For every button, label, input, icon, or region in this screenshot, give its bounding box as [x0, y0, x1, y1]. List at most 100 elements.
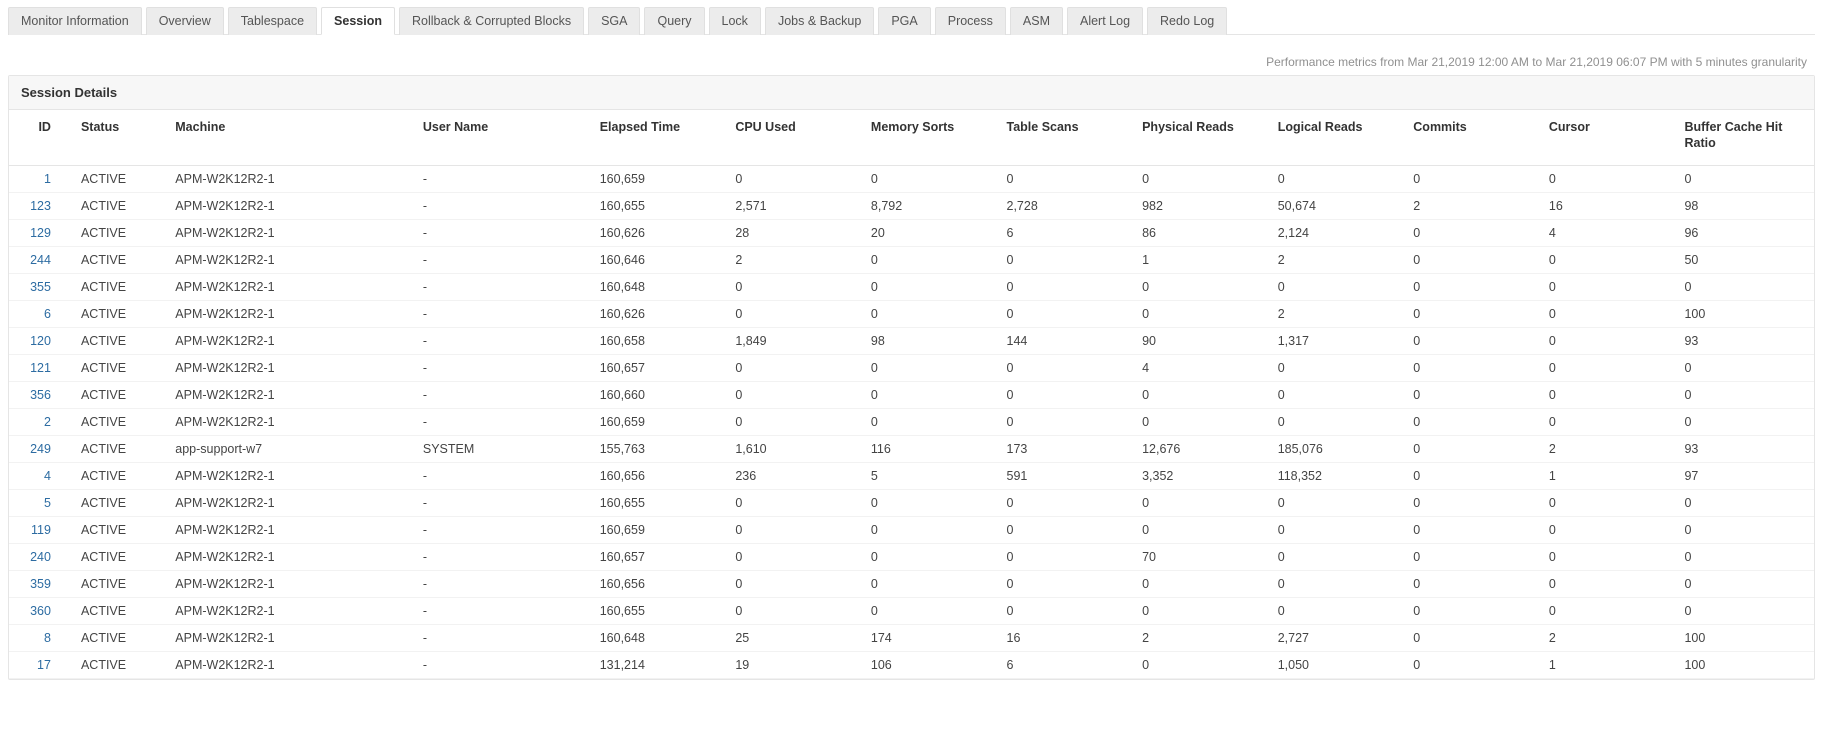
cell-commits: 0	[1401, 490, 1537, 517]
cell-logreads: 0	[1266, 571, 1402, 598]
cell-commits: 0	[1401, 463, 1537, 490]
tab-redo-log[interactable]: Redo Log	[1147, 7, 1227, 35]
cell-user: -	[411, 598, 588, 625]
col-header-cpu-used[interactable]: CPU Used	[723, 110, 859, 166]
cell-buffer: 96	[1672, 220, 1814, 247]
table-row: 4ACTIVEAPM-W2K12R2-1-160,65623655913,352…	[9, 463, 1814, 490]
cell-elapsed: 160,655	[588, 193, 724, 220]
session-id-link[interactable]: 6	[9, 301, 69, 328]
cell-buffer: 97	[1672, 463, 1814, 490]
col-header-user-name[interactable]: User Name	[411, 110, 588, 166]
table-row: 355ACTIVEAPM-W2K12R2-1-160,64800000000	[9, 274, 1814, 301]
session-id-link[interactable]: 120	[9, 328, 69, 355]
cell-commits: 0	[1401, 301, 1537, 328]
session-id-link[interactable]: 121	[9, 355, 69, 382]
session-id-link[interactable]: 360	[9, 598, 69, 625]
cell-buffer: 93	[1672, 436, 1814, 463]
cell-cpu: 0	[723, 355, 859, 382]
table-row: 1ACTIVEAPM-W2K12R2-1-160,65900000000	[9, 166, 1814, 193]
cell-logreads: 2	[1266, 247, 1402, 274]
cell-cursor: 0	[1537, 355, 1673, 382]
tab-pga[interactable]: PGA	[878, 7, 930, 35]
col-header-memory-sorts[interactable]: Memory Sorts	[859, 110, 995, 166]
session-id-link[interactable]: 249	[9, 436, 69, 463]
tab-process[interactable]: Process	[935, 7, 1006, 35]
cell-status: ACTIVE	[69, 652, 163, 679]
cell-memsorts: 0	[859, 166, 995, 193]
table-row: 121ACTIVEAPM-W2K12R2-1-160,65700040000	[9, 355, 1814, 382]
cell-machine: APM-W2K12R2-1	[163, 355, 411, 382]
cell-cursor: 0	[1537, 166, 1673, 193]
cell-memsorts: 0	[859, 490, 995, 517]
cell-elapsed: 160,660	[588, 382, 724, 409]
session-id-link[interactable]: 359	[9, 571, 69, 598]
cell-cpu: 0	[723, 382, 859, 409]
session-id-link[interactable]: 244	[9, 247, 69, 274]
cell-physreads: 3,352	[1130, 463, 1266, 490]
cell-buffer: 0	[1672, 490, 1814, 517]
col-header-machine[interactable]: Machine	[163, 110, 411, 166]
cell-elapsed: 160,655	[588, 490, 724, 517]
session-id-link[interactable]: 5	[9, 490, 69, 517]
cell-logreads: 0	[1266, 382, 1402, 409]
tab-jobs-backup[interactable]: Jobs & Backup	[765, 7, 874, 35]
session-id-link[interactable]: 119	[9, 517, 69, 544]
col-header-commits[interactable]: Commits	[1401, 110, 1537, 166]
cell-status: ACTIVE	[69, 247, 163, 274]
tab-asm[interactable]: ASM	[1010, 7, 1063, 35]
cell-commits: 0	[1401, 436, 1537, 463]
cell-status: ACTIVE	[69, 193, 163, 220]
cell-status: ACTIVE	[69, 490, 163, 517]
cell-buffer: 100	[1672, 625, 1814, 652]
cell-elapsed: 160,659	[588, 517, 724, 544]
col-header-id[interactable]: ID	[9, 110, 69, 166]
session-id-link[interactable]: 17	[9, 652, 69, 679]
cell-buffer: 98	[1672, 193, 1814, 220]
tab-session[interactable]: Session	[321, 7, 395, 35]
table-row: 240ACTIVEAPM-W2K12R2-1-160,657000700000	[9, 544, 1814, 571]
cell-elapsed: 160,648	[588, 625, 724, 652]
cell-cpu: 28	[723, 220, 859, 247]
cell-memsorts: 0	[859, 571, 995, 598]
session-id-link[interactable]: 8	[9, 625, 69, 652]
session-id-link[interactable]: 240	[9, 544, 69, 571]
cell-status: ACTIVE	[69, 571, 163, 598]
tab-lock[interactable]: Lock	[709, 7, 761, 35]
session-id-link[interactable]: 1	[9, 166, 69, 193]
col-header-elapsed-time[interactable]: Elapsed Time	[588, 110, 724, 166]
cell-user: -	[411, 355, 588, 382]
session-id-link[interactable]: 4	[9, 463, 69, 490]
tab-overview[interactable]: Overview	[146, 7, 224, 35]
cell-cursor: 0	[1537, 517, 1673, 544]
tab-alert-log[interactable]: Alert Log	[1067, 7, 1143, 35]
session-id-link[interactable]: 355	[9, 274, 69, 301]
cell-memsorts: 0	[859, 274, 995, 301]
col-header-buffer-cache-hit-ratio[interactable]: Buffer Cache Hit Ratio	[1672, 110, 1814, 166]
tab-monitor-information[interactable]: Monitor Information	[8, 7, 142, 35]
cell-cursor: 0	[1537, 301, 1673, 328]
col-header-table-scans[interactable]: Table Scans	[995, 110, 1131, 166]
table-row: 119ACTIVEAPM-W2K12R2-1-160,65900000000	[9, 517, 1814, 544]
session-id-link[interactable]: 123	[9, 193, 69, 220]
cell-cursor: 1	[1537, 652, 1673, 679]
col-header-physical-reads[interactable]: Physical Reads	[1130, 110, 1266, 166]
cell-logreads: 0	[1266, 517, 1402, 544]
cell-user: -	[411, 652, 588, 679]
cell-commits: 0	[1401, 220, 1537, 247]
tab-rollback-corrupted-blocks[interactable]: Rollback & Corrupted Blocks	[399, 7, 584, 35]
cell-memsorts: 0	[859, 544, 995, 571]
session-id-link[interactable]: 129	[9, 220, 69, 247]
cell-memsorts: 8,792	[859, 193, 995, 220]
session-id-link[interactable]: 356	[9, 382, 69, 409]
session-id-link[interactable]: 2	[9, 409, 69, 436]
col-header-cursor[interactable]: Cursor	[1537, 110, 1673, 166]
session-details-panel: Session Details ID Status Machine User N…	[8, 75, 1815, 680]
col-header-status[interactable]: Status	[69, 110, 163, 166]
col-header-logical-reads[interactable]: Logical Reads	[1266, 110, 1402, 166]
tab-sga[interactable]: SGA	[588, 7, 640, 35]
tab-query[interactable]: Query	[644, 7, 704, 35]
tab-tablespace[interactable]: Tablespace	[228, 7, 317, 35]
cell-elapsed: 155,763	[588, 436, 724, 463]
cell-user: SYSTEM	[411, 436, 588, 463]
cell-status: ACTIVE	[69, 463, 163, 490]
